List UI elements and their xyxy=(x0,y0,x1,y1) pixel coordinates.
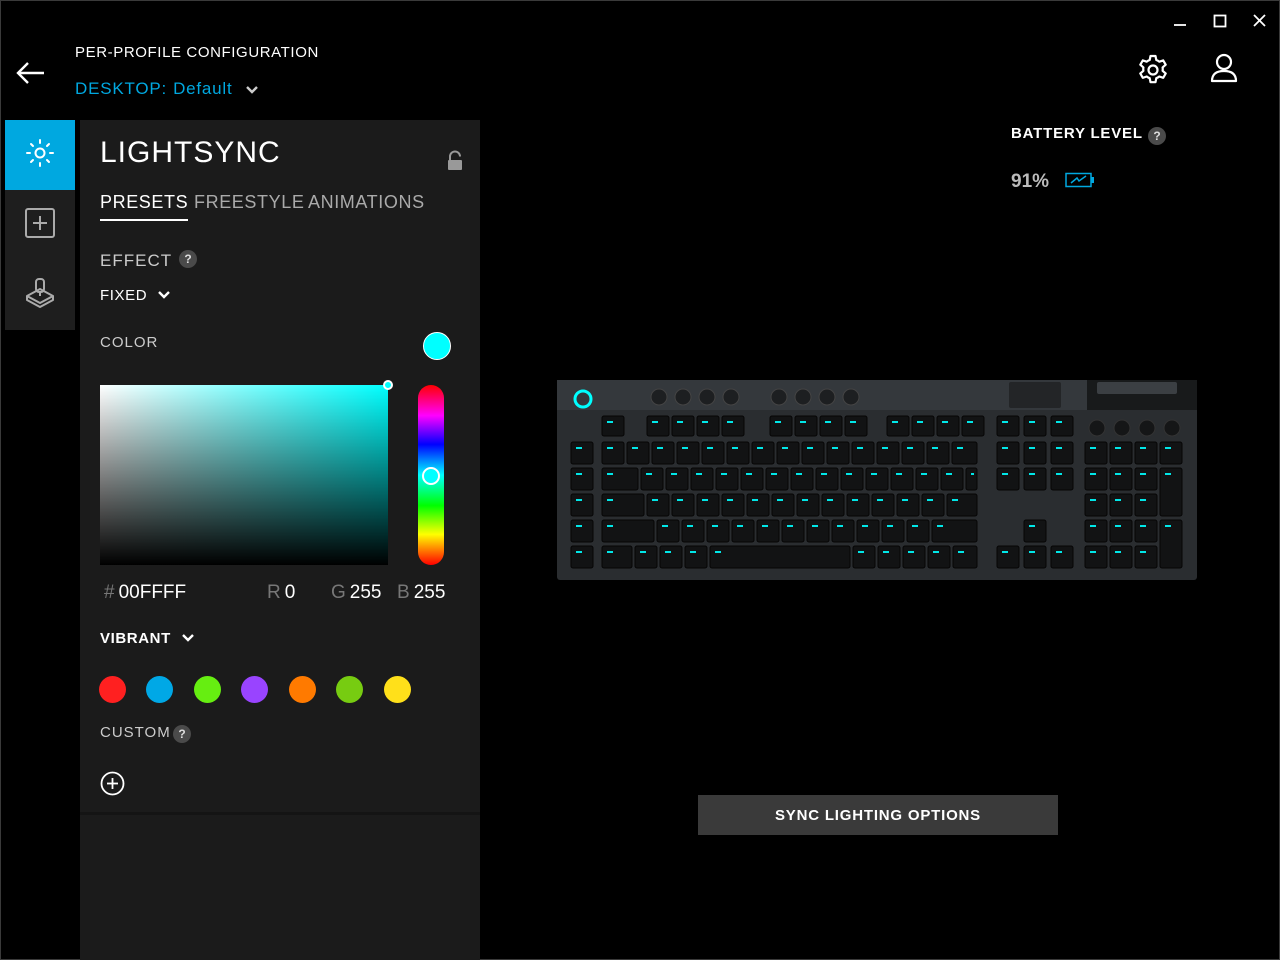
rail-item-lightsync[interactable] xyxy=(5,120,75,190)
sv-picker-handle[interactable] xyxy=(383,380,393,390)
effect-value: FIXED xyxy=(100,287,148,304)
add-custom-color-button[interactable] xyxy=(100,771,125,796)
close-icon[interactable] xyxy=(1248,10,1272,32)
hue-slider-handle[interactable] xyxy=(422,467,440,485)
sync-lighting-options-button[interactable]: SYNC LIGHTING OPTIONS xyxy=(698,795,1058,835)
swatch-orange[interactable] xyxy=(289,676,316,703)
battery-help-icon[interactable]: ? xyxy=(1148,127,1166,145)
joystick-icon xyxy=(23,276,57,315)
lightsync-panel: LIGHTSYNC PRESETS FREESTYLE ANIMATIONS E… xyxy=(80,120,480,960)
swatch-red[interactable] xyxy=(99,676,126,703)
unlock-icon[interactable] xyxy=(444,150,466,172)
hex-value: 00FFFF xyxy=(118,582,187,603)
minimize-icon[interactable] xyxy=(1168,10,1192,32)
rail-item-assignments[interactable] xyxy=(5,190,75,260)
keyboard-image xyxy=(557,380,1197,580)
custom-label: CUSTOM xyxy=(100,724,171,741)
effect-label: EFFECT xyxy=(100,251,173,270)
r-label: R xyxy=(267,582,281,603)
chevron-down-icon xyxy=(181,630,195,647)
b-input[interactable]: B 255 xyxy=(397,582,445,604)
hue-slider[interactable] xyxy=(418,385,444,565)
profile-selector[interactable]: DESKTOP: Default xyxy=(75,77,259,100)
swatch-yellow[interactable] xyxy=(384,676,411,703)
palette-dropdown[interactable]: VIBRANT xyxy=(100,630,195,647)
palette-value: VIBRANT xyxy=(100,630,171,647)
sun-icon xyxy=(23,136,57,175)
tab-freestyle[interactable]: FREESTYLE xyxy=(194,192,304,219)
tab-animations[interactable]: ANIMATIONS xyxy=(308,192,425,219)
battery-label: BATTERY LEVEL xyxy=(1011,125,1143,142)
panel-title: LIGHTSYNC xyxy=(100,136,281,169)
hex-symbol: # xyxy=(104,582,115,603)
profile-name: Default xyxy=(173,78,233,98)
g-input[interactable]: G 255 xyxy=(331,582,381,604)
current-color-swatch[interactable] xyxy=(423,332,451,360)
plus-square-icon xyxy=(23,206,57,245)
rail-item-game-mode[interactable] xyxy=(5,260,75,330)
b-label: B xyxy=(397,582,410,603)
r-value: 0 xyxy=(284,582,296,603)
b-value: 255 xyxy=(413,582,446,603)
r-input[interactable]: R 0 xyxy=(267,582,295,604)
side-rail xyxy=(5,120,75,330)
profile-prefix: DESKTOP: xyxy=(75,78,168,98)
g-label: G xyxy=(331,582,346,603)
color-label: COLOR xyxy=(100,334,159,351)
battery-charging-icon xyxy=(1065,172,1095,193)
chevron-down-icon xyxy=(245,80,259,100)
page-title: PER-PROFILE CONFIGURATION xyxy=(75,44,319,61)
hex-input[interactable]: # 00FFFF xyxy=(104,582,186,604)
arrow-left-icon[interactable] xyxy=(14,58,48,88)
swatch-lime[interactable] xyxy=(336,676,363,703)
swatch-green[interactable] xyxy=(194,676,221,703)
gear-icon[interactable] xyxy=(1136,53,1170,87)
tab-presets[interactable]: PRESETS xyxy=(100,192,189,221)
battery-value: 91% xyxy=(1011,171,1050,192)
saturation-value-picker[interactable] xyxy=(100,380,393,565)
effect-dropdown[interactable]: FIXED xyxy=(100,287,171,304)
custom-help-icon[interactable]: ? xyxy=(173,725,191,743)
maximize-icon[interactable] xyxy=(1208,10,1232,32)
swatch-blue[interactable] xyxy=(146,676,173,703)
chevron-down-icon xyxy=(157,287,171,304)
panel-divider xyxy=(80,812,480,815)
user-icon[interactable] xyxy=(1208,52,1240,86)
effect-help-icon[interactable]: ? xyxy=(179,250,197,268)
swatch-purple[interactable] xyxy=(241,676,268,703)
g-value: 255 xyxy=(349,582,382,603)
